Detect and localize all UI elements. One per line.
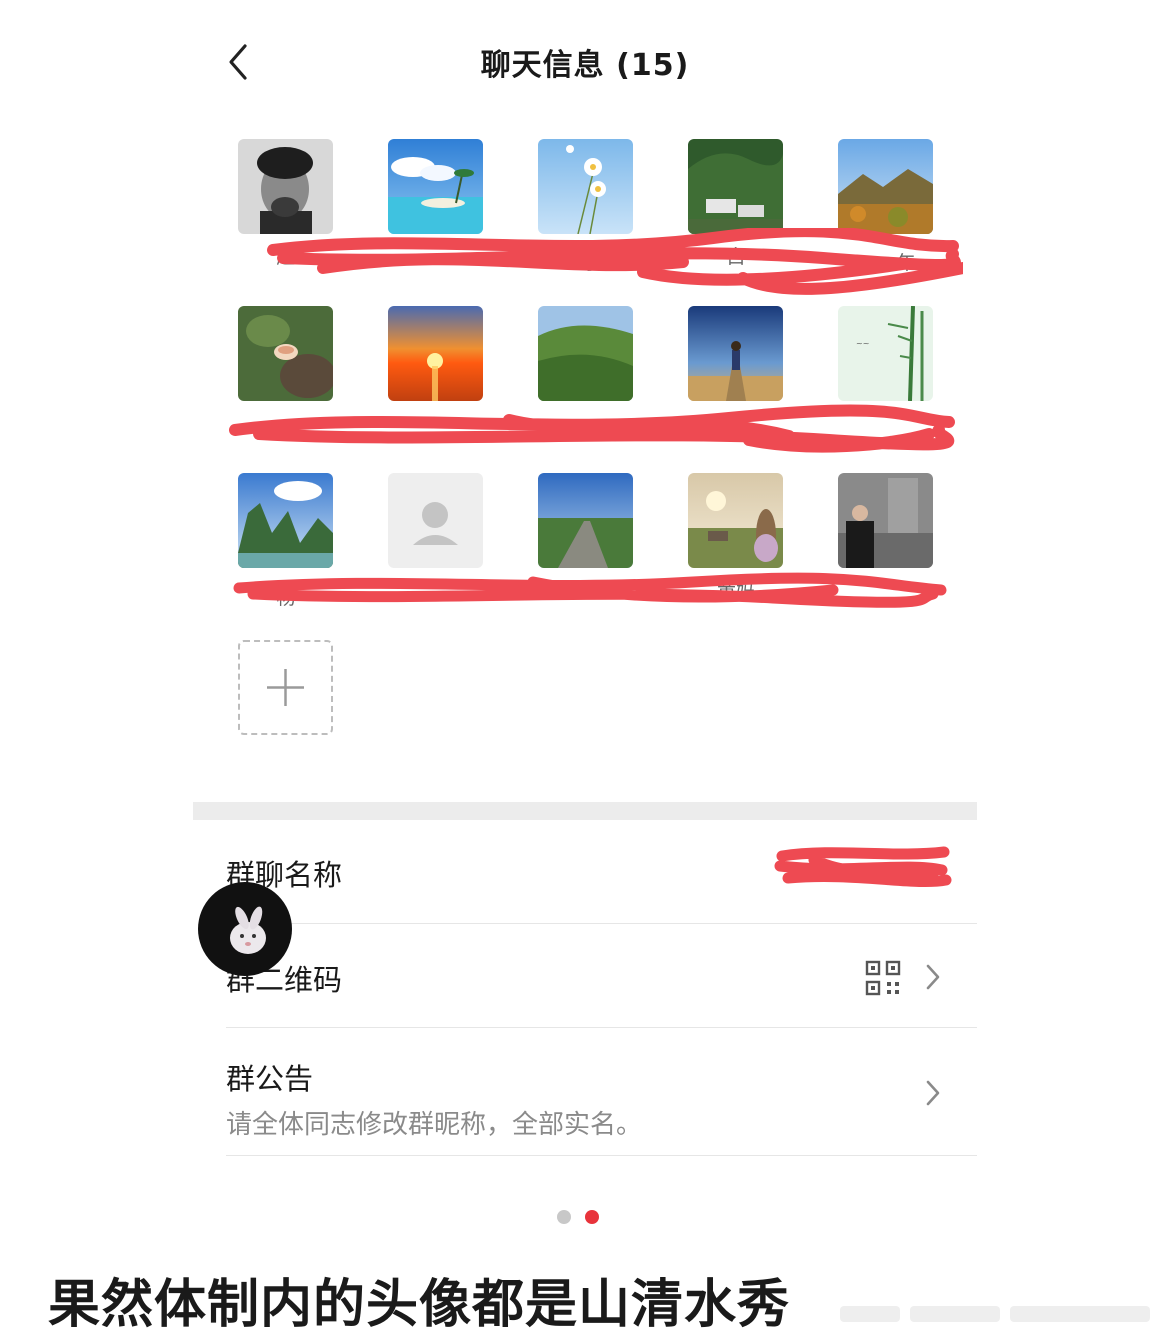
member-avatar-beach[interactable] [388, 139, 483, 234]
watermark [840, 1306, 1150, 1322]
member-avatar-meadow-woman[interactable] [688, 473, 783, 568]
row-separator [226, 1155, 977, 1156]
redaction-scribble [774, 846, 952, 887]
member-avatar-karst-river[interactable] [238, 473, 333, 568]
member-name: 时 [576, 252, 596, 274]
chevron-right-icon [926, 964, 940, 990]
svg-text:~~: ~~ [856, 339, 869, 348]
group-name-row[interactable]: 群聊名称 [226, 820, 977, 924]
section-divider [193, 802, 977, 820]
member-avatar-street-man[interactable] [838, 473, 933, 568]
redaction-scribble [229, 404, 955, 453]
member-avatar-sunset-sea[interactable] [388, 306, 483, 401]
caption-text: 果然体制内的头像都是山清水秀 [48, 1275, 791, 1335]
member-avatar-flowers[interactable] [538, 139, 633, 234]
member-avatar-default[interactable] [388, 473, 483, 568]
qr-code-icon [865, 960, 901, 996]
member-avatar-portrait[interactable] [238, 139, 333, 234]
plus-icon [267, 669, 304, 706]
group-notice-row[interactable]: 群公告 请全体同志修改群昵称，全部实名。 [226, 1028, 977, 1156]
add-member-button[interactable] [238, 640, 333, 735]
group-notice-text: 请全体同志修改群昵称，全部实名。 [226, 1110, 643, 1140]
page-dot-active[interactable] [585, 1210, 599, 1224]
member-avatar-country-road[interactable] [538, 473, 633, 568]
member-name: 赵 [276, 246, 296, 268]
member-avatar-autumn-hills[interactable] [838, 139, 933, 234]
member-avatar-bamboo[interactable]: ~~ [838, 306, 933, 401]
member-avatar-mountain-village[interactable] [688, 139, 783, 234]
member-name: 黄妈 [716, 580, 755, 602]
member-avatar-forest-mushroom[interactable] [238, 306, 333, 401]
member-avatar-green-hills[interactable] [538, 306, 633, 401]
page-title: 聊天信息 (15) [480, 48, 690, 83]
member-name: 年 [896, 252, 916, 274]
chevron-right-icon [926, 1080, 940, 1106]
member-avatar-girl-road[interactable] [688, 306, 783, 401]
chat-info-screen: 聊天信息 (15) 赵 时 白 年 ~~ 杨 黄妈 群聊名称 群二维码 群公告 … [193, 0, 977, 1250]
bunny-icon [230, 906, 266, 954]
member-name: 杨 [276, 587, 296, 609]
floating-bunny-bubble[interactable] [198, 882, 292, 976]
group-qr-row[interactable]: 群二维码 [226, 924, 977, 1028]
page-dot-inactive[interactable] [557, 1210, 571, 1224]
header: 聊天信息 (15) [193, 0, 977, 120]
member-name: 白 [726, 246, 746, 268]
group-notice-label: 群公告 [226, 1062, 314, 1096]
